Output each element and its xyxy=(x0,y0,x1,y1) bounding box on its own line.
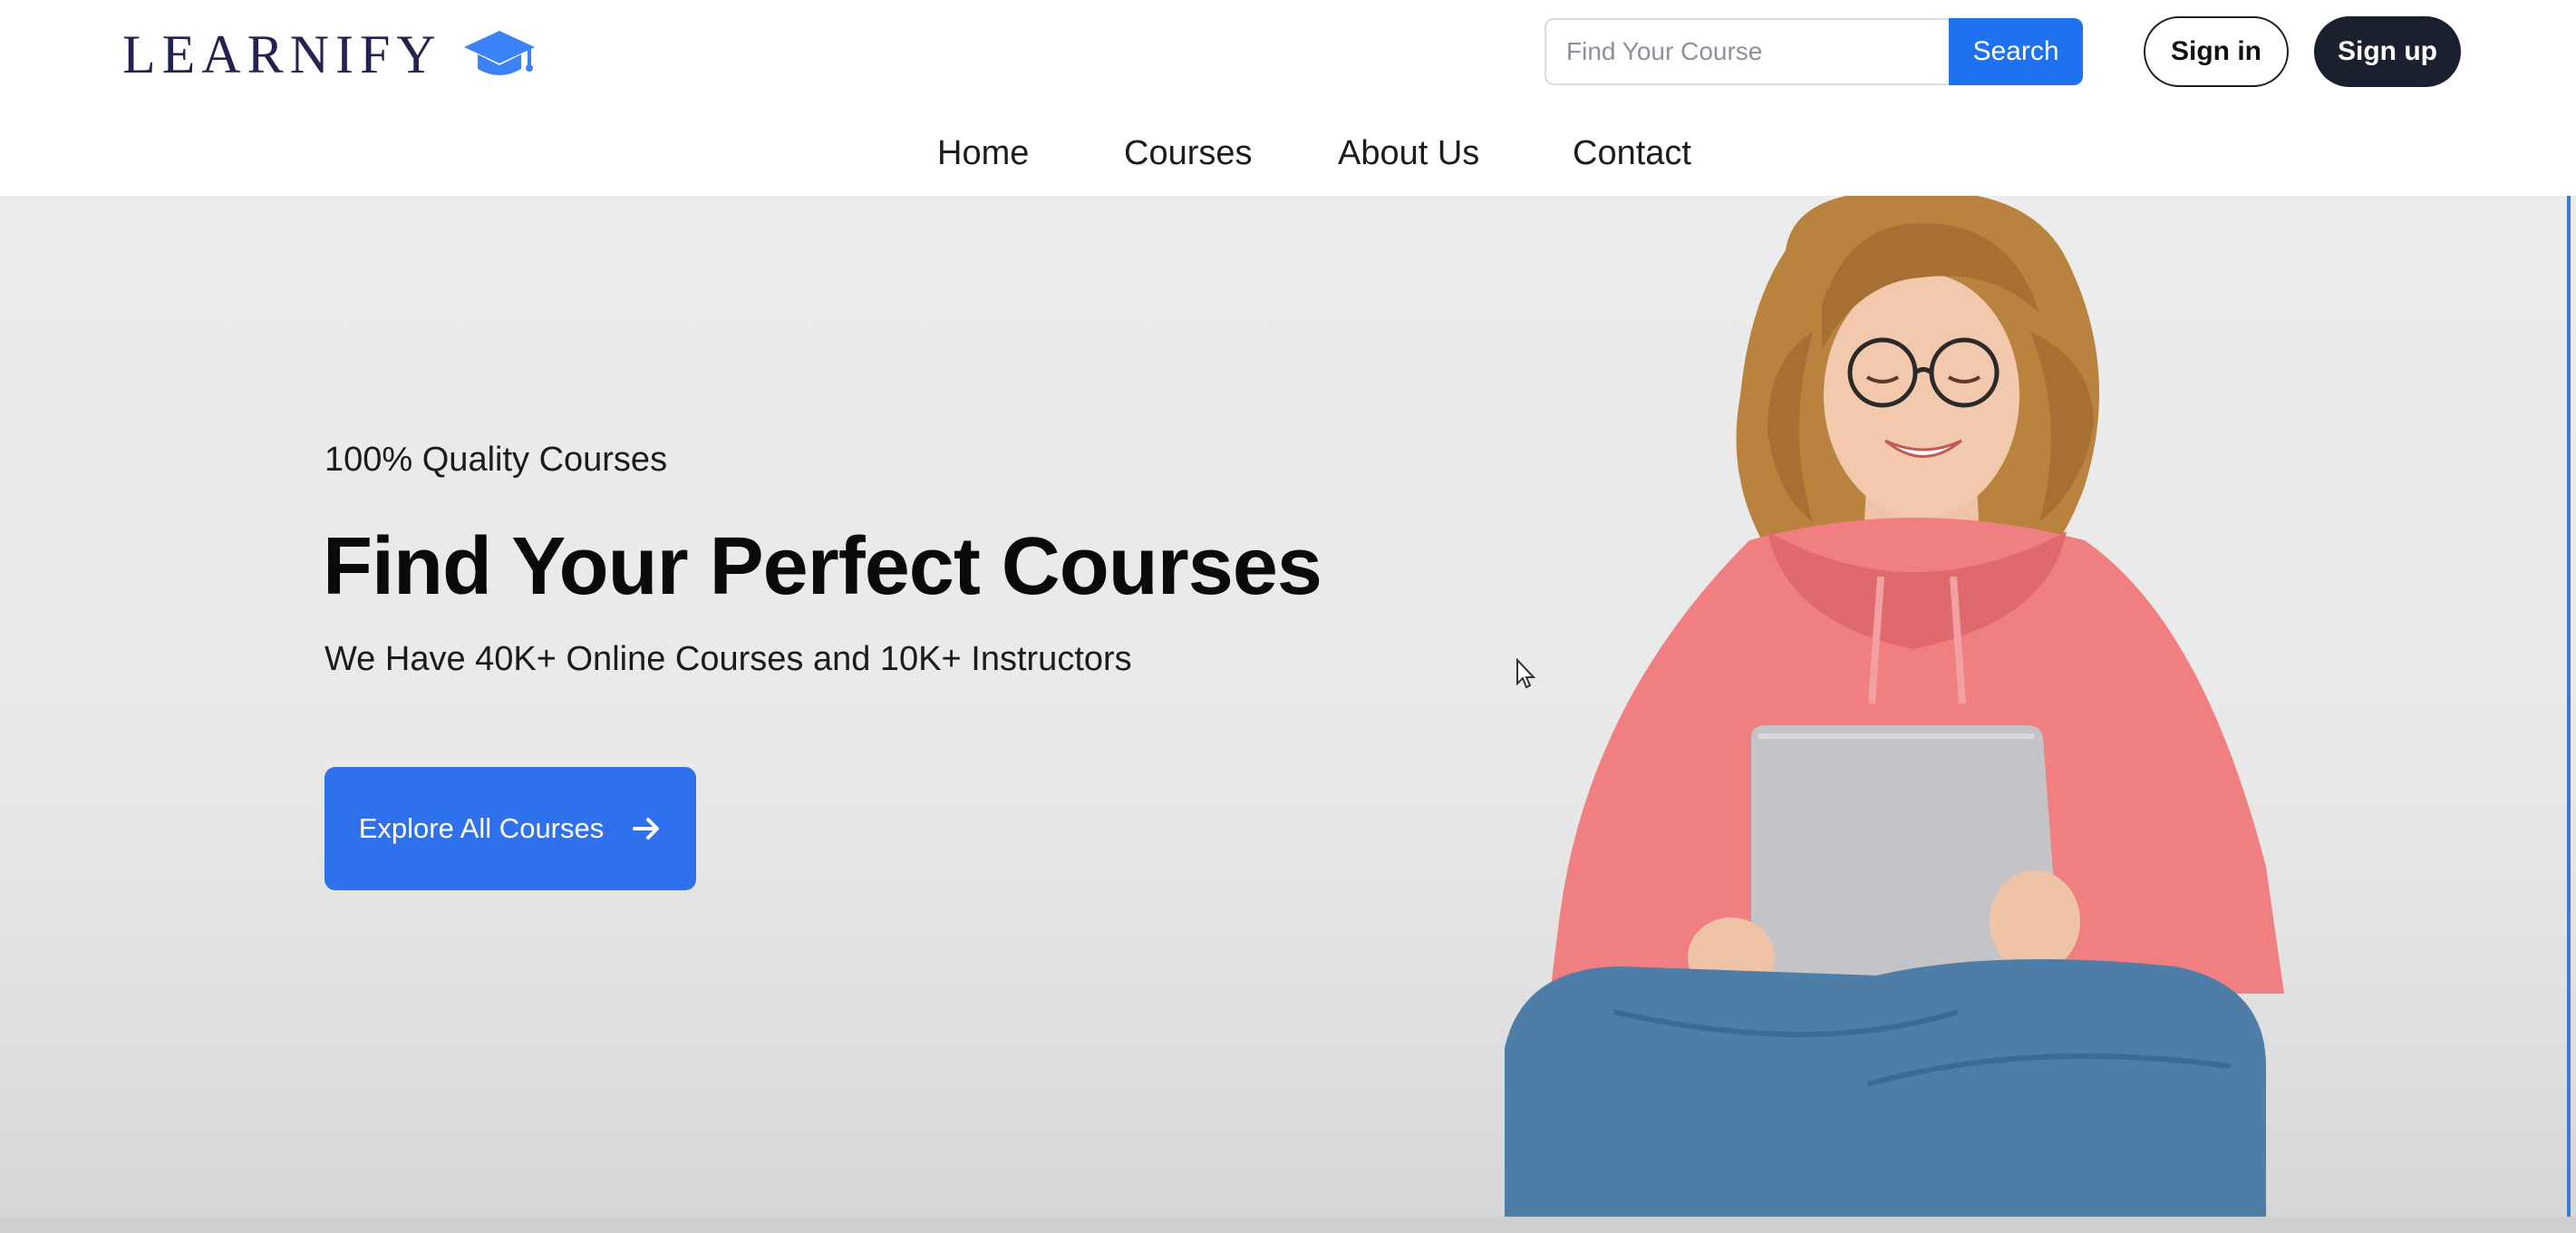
hero-tagline: 100% Quality Courses xyxy=(324,441,668,479)
brand-name: LEARNIFY xyxy=(122,24,442,84)
explore-courses-button[interactable]: Explore All Courses xyxy=(324,767,696,890)
hero-subline: We Have 40K+ Online Courses and 10K+ Ins… xyxy=(324,640,1132,678)
horizontal-scrollbar[interactable] xyxy=(0,1217,2576,1233)
nav-item-contact[interactable]: Contact xyxy=(1573,134,1691,173)
student-with-laptop-image xyxy=(1505,196,2284,1217)
hero-section: 100% Quality Courses Find Your Perfect C… xyxy=(0,196,2576,1217)
mouse-cursor-icon xyxy=(1516,658,1536,689)
search-bar: Search xyxy=(1545,18,2083,85)
nav-item-about-us[interactable]: About Us xyxy=(1338,134,1479,173)
graduation-cap-icon xyxy=(463,31,535,75)
nav-item-home[interactable]: Home xyxy=(937,134,1029,173)
scrollbar-track[interactable] xyxy=(2567,196,2571,1217)
brand-logo[interactable]: LEARNIFY xyxy=(122,18,537,91)
explore-courses-label: Explore All Courses xyxy=(358,812,605,844)
hero-headline: Find Your Perfect Courses xyxy=(323,521,1322,612)
arrow-right-icon xyxy=(633,818,660,840)
nav-item-courses[interactable]: Courses xyxy=(1124,134,1253,173)
search-button[interactable]: Search xyxy=(1949,18,2083,85)
search-input[interactable] xyxy=(1545,18,1949,85)
sign-in-button[interactable]: Sign in xyxy=(2144,16,2289,87)
sign-up-button[interactable]: Sign up xyxy=(2314,16,2461,87)
site-header: LEARNIFY Search Sign in Sign up Home Cou… xyxy=(0,0,2576,196)
main-nav: Home Courses About Us Contact xyxy=(0,127,2576,190)
